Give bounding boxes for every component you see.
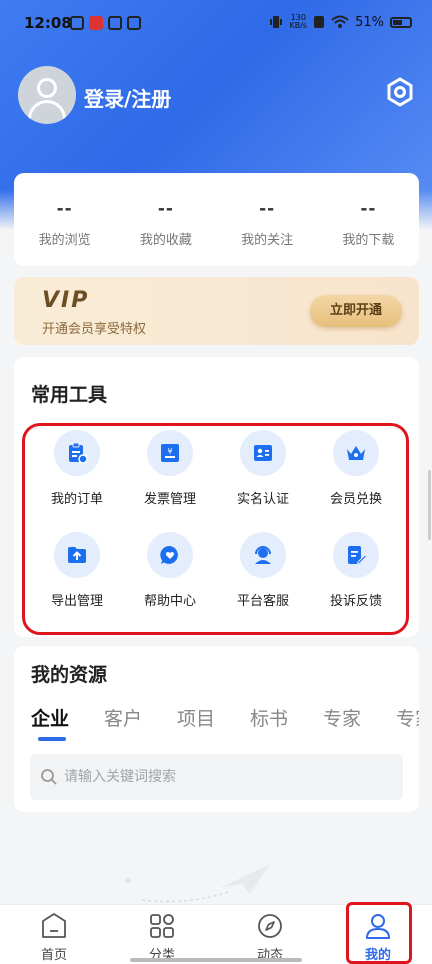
vip-banner[interactable]: VIP 开通会员享受特权 立即开通 [14, 277, 419, 345]
app-notification-icon [127, 16, 141, 30]
status-bar: 12:08 130 KB/s 51% [0, 0, 432, 50]
notification-icons [70, 16, 141, 30]
tab-bid[interactable]: 标书 [250, 704, 323, 731]
login-register-link[interactable]: 登录/注册 [84, 83, 171, 112]
stat-downloads[interactable]: -- 我的下载 [318, 173, 419, 266]
stat-value: -- [157, 199, 174, 219]
grid-icon [150, 914, 174, 938]
system-indicators: 130 KB/s 51% [269, 14, 412, 30]
status-time: 12:08 [24, 14, 72, 32]
stats-card: -- 我的浏览 -- 我的收藏 -- 我的关注 -- 我的下载 [14, 173, 419, 266]
home-icon [42, 913, 66, 938]
stat-value: -- [56, 199, 73, 219]
compass-icon [258, 914, 282, 938]
tab-customer[interactable]: 客户 [104, 704, 177, 731]
tab-expert[interactable]: 专家 [323, 704, 396, 731]
nav-feed[interactable]: 动态 [216, 905, 324, 964]
tools-highlight-box [22, 423, 409, 635]
stat-value: -- [259, 199, 276, 219]
search-bar [30, 754, 403, 800]
tab-enterprise[interactable]: 企业 [31, 704, 104, 731]
search-input[interactable] [64, 754, 394, 800]
stat-label: 我的下载 [342, 233, 395, 248]
tools-title: 常用工具 [31, 384, 108, 406]
nav-category[interactable]: 分类 [108, 905, 216, 964]
settings-icon[interactable] [384, 76, 416, 108]
stat-following[interactable]: -- 我的关注 [217, 173, 318, 266]
stat-label: 我的浏览 [38, 233, 91, 248]
resource-tabs: 企业 客户 项目 标书 专家 专家 [31, 704, 419, 731]
stat-browse[interactable]: -- 我的浏览 [14, 173, 115, 266]
stat-label: 我的关注 [241, 233, 294, 248]
vip-title: VIP [42, 288, 90, 313]
tab-project[interactable]: 项目 [177, 704, 250, 731]
search-icon [41, 769, 57, 785]
stat-value: -- [360, 199, 377, 219]
scrollbar-thumb[interactable] [428, 470, 431, 540]
empty-state-illustration [124, 864, 270, 903]
stat-favorites[interactable]: -- 我的收藏 [115, 173, 216, 266]
avatar[interactable] [18, 66, 76, 124]
app-notification-icon [89, 16, 103, 30]
gesture-home-bar[interactable] [130, 958, 302, 962]
vip-subtitle: 开通会员享受特权 [42, 322, 147, 337]
nav-highlight-box [346, 902, 412, 964]
app-notification-icon [108, 16, 122, 30]
stat-label: 我的收藏 [139, 233, 192, 248]
battery-icon [390, 16, 412, 28]
vibrate-icon [270, 16, 283, 28]
wifi-icon [331, 15, 349, 28]
active-tab-indicator [38, 737, 66, 741]
vip-open-button[interactable]: 立即开通 [310, 295, 402, 327]
network-speed: 130 KB/s [289, 13, 308, 30]
battery-percent: 51% [355, 14, 384, 30]
resources-title: 我的资源 [31, 664, 108, 686]
resources-card: 我的资源 企业 客户 项目 标书 专家 专家 [14, 646, 419, 812]
avatar-head-shape [37, 78, 57, 98]
nfc-icon [314, 16, 325, 28]
app-notification-icon [70, 16, 84, 30]
nav-label: 首页 [40, 948, 67, 963]
tab-expert-2[interactable]: 专家 [396, 704, 419, 731]
nav-home[interactable]: 首页 [0, 905, 108, 964]
avatar-body-shape [28, 100, 66, 124]
